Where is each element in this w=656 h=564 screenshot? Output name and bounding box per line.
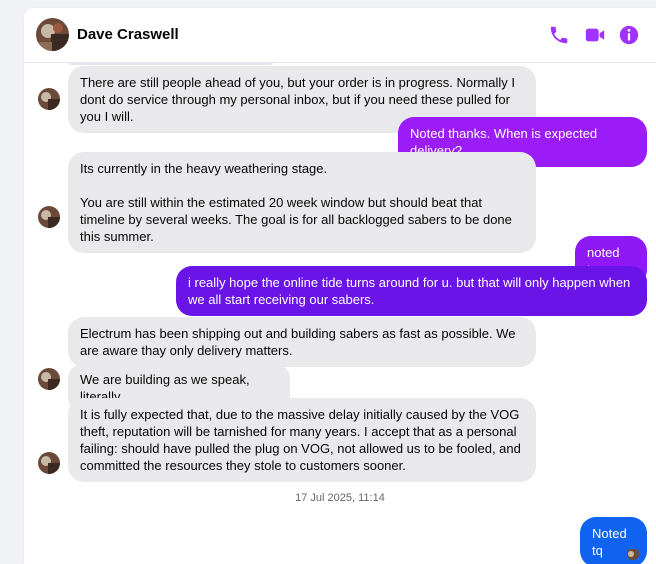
chat-panel: Dave Craswell There are still people ahe… bbox=[24, 8, 656, 564]
video-camera-icon[interactable] bbox=[584, 24, 606, 46]
read-receipt-avatar bbox=[627, 548, 639, 560]
contact-avatar[interactable] bbox=[36, 18, 69, 51]
chat-header: Dave Craswell bbox=[24, 8, 656, 63]
incoming-message: Electrum has been shipping out and build… bbox=[68, 317, 536, 367]
phone-icon[interactable] bbox=[548, 24, 570, 46]
message-timestamp: 17 Jul 2025, 11:14 bbox=[295, 492, 385, 504]
info-icon[interactable] bbox=[618, 24, 640, 46]
sender-avatar bbox=[38, 452, 60, 474]
incoming-message: Its currently in the heavy weathering st… bbox=[68, 152, 536, 253]
message-paragraph: Its currently in the heavy weathering st… bbox=[80, 161, 328, 176]
incoming-message: It is fully expected that, due to the ma… bbox=[68, 398, 536, 482]
sender-avatar bbox=[38, 368, 60, 390]
sender-avatar bbox=[38, 88, 60, 110]
message-paragraph: You are still within the estimated 20 we… bbox=[80, 195, 512, 244]
outgoing-message: i really hope the online tide turns arou… bbox=[176, 266, 647, 316]
previous-message-edge bbox=[68, 62, 273, 65]
sender-avatar bbox=[38, 206, 60, 228]
contact-name[interactable]: Dave Craswell bbox=[77, 26, 179, 43]
